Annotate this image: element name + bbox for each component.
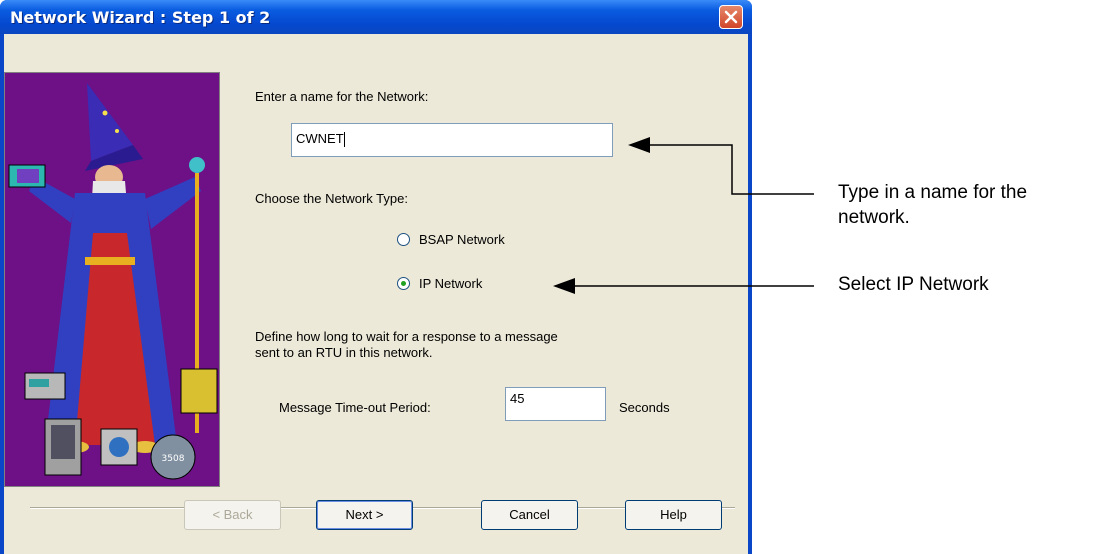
annotation-ip-select: Select IP Network (838, 274, 989, 295)
annotation-name-line1: Type in a name for the (838, 182, 1028, 203)
annotation-name-line2: network. (838, 207, 910, 228)
